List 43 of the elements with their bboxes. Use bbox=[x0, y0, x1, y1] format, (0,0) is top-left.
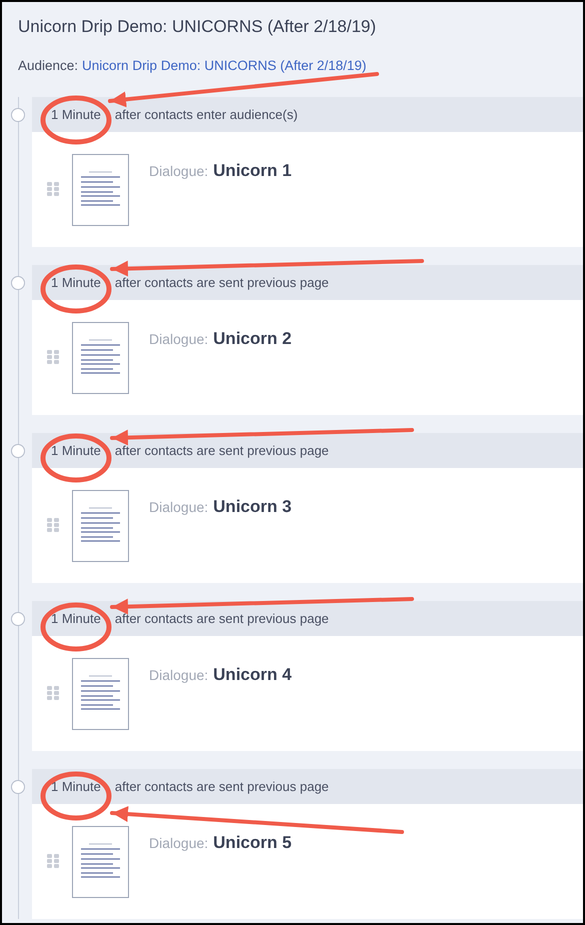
audience-link[interactable]: Unicorn Drip Demo: UNICORNS (After 2/18/19) bbox=[82, 56, 366, 76]
step-name[interactable]: Unicorn 2 bbox=[213, 326, 292, 352]
drag-handle-icon[interactable] bbox=[47, 518, 59, 532]
highlight-oval bbox=[40, 264, 112, 314]
timeline-node-icon bbox=[11, 612, 25, 626]
step-name[interactable]: Unicorn 3 bbox=[213, 494, 292, 520]
highlight-oval bbox=[40, 434, 112, 482]
step-trigger: after contacts are sent previous page bbox=[114, 274, 329, 292]
step-delay: 1 Minute bbox=[51, 274, 101, 292]
document-thumbnail-icon bbox=[72, 490, 129, 562]
step-type-label: Dialogue: bbox=[149, 666, 208, 685]
step-trigger: after contacts are sent previous page bbox=[114, 610, 329, 628]
document-thumbnail-icon bbox=[72, 322, 129, 394]
step-trigger: after contacts are sent previous page bbox=[114, 442, 329, 460]
document-thumbnail-icon bbox=[72, 658, 129, 730]
step-delay: 1 Minute bbox=[51, 610, 101, 628]
audience-label: Audience: bbox=[18, 56, 78, 74]
timeline-node-icon bbox=[11, 780, 25, 794]
drag-handle-icon[interactable] bbox=[47, 350, 59, 364]
step-trigger: after contacts are sent previous page bbox=[114, 778, 329, 796]
step-type-label: Dialogue: bbox=[149, 330, 208, 349]
step-name[interactable]: Unicorn 5 bbox=[213, 830, 292, 856]
step-type-label: Dialogue: bbox=[149, 162, 208, 181]
timeline-node-icon bbox=[11, 444, 25, 458]
step-name[interactable]: Unicorn 1 bbox=[213, 158, 292, 184]
step-delay: 1 Minute bbox=[51, 778, 101, 796]
timeline-node-icon bbox=[11, 276, 25, 290]
drag-handle-icon[interactable] bbox=[47, 854, 59, 868]
step-delay: 1 Minute bbox=[51, 106, 101, 124]
step-delay: 1 Minute bbox=[51, 442, 101, 460]
highlight-oval bbox=[40, 602, 112, 652]
step-trigger: after contacts enter audience(s) bbox=[114, 106, 298, 124]
highlight-oval bbox=[40, 772, 112, 820]
highlight-oval bbox=[40, 96, 112, 144]
step-type-label: Dialogue: bbox=[149, 834, 208, 853]
document-thumbnail-icon bbox=[72, 826, 129, 898]
page-title: Unicorn Drip Demo: UNICORNS (After 2/18/19) bbox=[18, 16, 378, 38]
timeline-node-icon bbox=[11, 108, 25, 122]
document-thumbnail-icon bbox=[72, 154, 129, 226]
drag-handle-icon[interactable] bbox=[47, 686, 59, 700]
step-name[interactable]: Unicorn 4 bbox=[213, 662, 292, 688]
drag-handle-icon[interactable] bbox=[47, 182, 59, 196]
step-type-label: Dialogue: bbox=[149, 498, 208, 517]
